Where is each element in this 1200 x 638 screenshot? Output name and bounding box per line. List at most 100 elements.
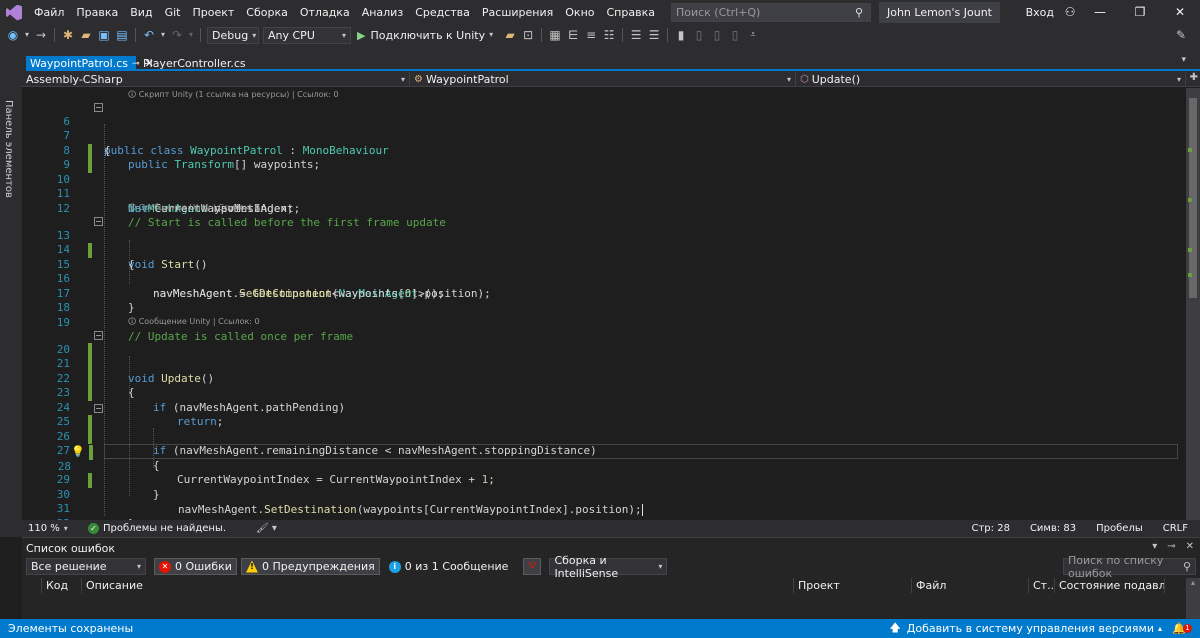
column-header-description[interactable]: Описание	[82, 578, 794, 593]
code-cleanup-icon[interactable]: 🖌 ▾	[256, 523, 277, 534]
column-indicator[interactable]: Симв: 83	[1030, 523, 1076, 534]
scope-select[interactable]: Все решение ▾	[26, 558, 146, 575]
close-button[interactable]: ✕	[1160, 0, 1200, 25]
code-line-28-current[interactable]: 28 💡 navMeshAgent.SetDestination(waypoin…	[58, 444, 1178, 516]
feedback-icon[interactable]: ✎	[1172, 26, 1190, 44]
folder-icon[interactable]: ▰	[501, 26, 519, 44]
add-to-source-control-button[interactable]: 🡅 Добавить в систему управления версиями…	[889, 619, 1162, 638]
editor-vertical-scrollbar[interactable]	[1186, 88, 1200, 520]
column-header-icon[interactable]	[26, 578, 42, 593]
menu-help[interactable]: Справка	[601, 0, 661, 25]
align-icon[interactable]: ≡	[582, 26, 600, 44]
close-icon[interactable]: ✕	[1186, 541, 1194, 552]
build-source-select[interactable]: Сборка и IntelliSense ▾	[549, 554, 668, 580]
save-icon[interactable]: ▣	[95, 26, 113, 44]
screenshot-icon[interactable]: ▦	[546, 26, 564, 44]
code-line-14[interactable]: 14 {	[22, 229, 1186, 271]
column-header-file[interactable]: Файл	[912, 578, 1029, 593]
warnings-filter-button[interactable]: ! 0 Предупреждения	[240, 558, 380, 575]
zoom-select[interactable]: 110 % ▾	[22, 523, 78, 534]
indent-icon[interactable]: ☰	[627, 26, 645, 44]
menu-window[interactable]: Окно	[559, 0, 600, 25]
messages-filter-button[interactable]: i 0 из 1 Сообщение	[384, 558, 514, 575]
toolbar-overflow-icon[interactable]: ⩡	[744, 26, 762, 44]
code-line-13[interactable]: 13 − void Start()	[22, 214, 1186, 271]
toolbar-tool-icon[interactable]: ⊡	[519, 26, 537, 44]
code-line-10[interactable]: 10 NavMeshAgent navMeshAgent;	[22, 158, 1186, 215]
member-select[interactable]: ⬡ Update() ▾	[796, 71, 1186, 87]
next-bookmark-icon[interactable]: ▯	[708, 26, 726, 44]
column-header-suppression[interactable]: Состояние подавл...	[1055, 578, 1165, 593]
search-icon[interactable]: ⚲	[1183, 560, 1191, 573]
navigate-forward-icon[interactable]: ▾	[22, 26, 32, 44]
collapse-icon[interactable]: −	[94, 103, 103, 112]
collapse-icon[interactable]: −	[94, 331, 103, 340]
code-line-12[interactable]: 12 // Start is called before the first f…	[22, 187, 1186, 230]
search-icon[interactable]: ⚲	[852, 6, 866, 19]
code-line-27[interactable]: 27 CurrentWaypointIndex = CurrentWaypoin…	[22, 429, 1186, 486]
lightbulb-icon[interactable]: 💡	[71, 445, 85, 459]
whitespace-indicator[interactable]: Пробелы	[1096, 523, 1143, 534]
scroll-up-icon[interactable]: ▴	[1186, 578, 1200, 587]
toggle-icon[interactable]: ⋿	[564, 26, 582, 44]
code-line-18[interactable]: 18	[22, 287, 1186, 314]
menu-tools[interactable]: Средства	[409, 0, 476, 25]
new-project-icon[interactable]: ✱	[59, 26, 77, 44]
errors-filter-button[interactable]: ✕ 0 Ошибки	[154, 558, 237, 575]
column-header-code[interactable]: Код	[42, 578, 82, 593]
code-line-31[interactable]: 31 }	[22, 488, 1186, 520]
notifications-button[interactable]: 🔔 1	[1172, 622, 1192, 635]
code-line-25[interactable]: 25 − if (navMeshAgent.remainingDistance …	[22, 401, 1186, 457]
code-line-8[interactable]: 8 public Transform[] waypoints;	[22, 129, 1186, 172]
code-line-16[interactable]: 16 navMeshAgent.SetDestination(waypoints…	[22, 258, 1186, 300]
undo-dropdown-icon[interactable]: ▾	[158, 26, 168, 44]
column-header-line[interactable]: Ст...	[1029, 578, 1055, 593]
column-header-project[interactable]: Проект	[794, 578, 912, 593]
sign-in-button[interactable]: Вход	[1020, 6, 1060, 19]
prev-bookmark-icon[interactable]: ▯	[690, 26, 708, 44]
code-line-9[interactable]: 9	[22, 143, 1186, 171]
navigate-forward-arrow-icon[interactable]: →	[32, 26, 50, 44]
platform-select[interactable]: Any CPU ▾	[263, 26, 351, 44]
split-editor-icon[interactable]: ✚	[1190, 72, 1198, 83]
save-all-icon[interactable]: ▤	[113, 26, 131, 44]
code-line-6[interactable]: 6 − public class WaypointPatrol : MonoBe…	[22, 100, 1186, 157]
chevron-down-icon[interactable]: ▾	[485, 26, 497, 44]
menu-debug[interactable]: Отладка	[294, 0, 356, 25]
code-line-7[interactable]: 7 {	[22, 115, 1186, 157]
collapse-icon[interactable]: −	[94, 217, 103, 226]
bookmark-icon[interactable]: ▮	[672, 26, 690, 44]
project-select[interactable]: Assembly-CSharp ▾	[22, 71, 410, 87]
undo-icon[interactable]: ↶	[140, 26, 158, 44]
redo-icon[interactable]: ↷	[168, 26, 186, 44]
code-line-11[interactable]: 11 int CurrentWaypointIndex;	[22, 173, 1186, 215]
open-file-icon[interactable]: ▰	[77, 26, 95, 44]
error-search-input[interactable]: Поиск по списку ошибок ⚲	[1063, 554, 1196, 580]
tab-overflow-icon[interactable]: ▾	[1181, 55, 1186, 65]
code-line-19[interactable]: 19 // Update is called once per frame	[22, 301, 1186, 344]
outdent-icon[interactable]: ☰	[645, 26, 663, 44]
code-line-22[interactable]: 22 if (navMeshAgent.pathPending)	[22, 357, 1186, 414]
code-line-24[interactable]: 24	[22, 386, 1186, 414]
account-icon[interactable]: ⚇	[1060, 0, 1080, 25]
error-list-scrollbar[interactable]: ▴	[1186, 578, 1200, 620]
pin-icon[interactable]: ⊸	[1167, 541, 1175, 552]
attach-to-unity-button[interactable]: ▶ Подключить к Unity ▾	[357, 26, 497, 44]
collapse-icon[interactable]: −	[94, 403, 103, 413]
code-line-23[interactable]: 23 return;	[22, 371, 1186, 428]
code-line-21[interactable]: 21 {	[22, 342, 1186, 399]
navigate-back-icon[interactable]: ◉	[4, 26, 22, 44]
maximize-button[interactable]: ❐	[1120, 0, 1160, 25]
issues-indicator[interactable]: ✓ Проблемы не найдены.	[88, 523, 226, 534]
menu-edit[interactable]: Правка	[70, 0, 124, 25]
code-line-30[interactable]: 30	[22, 473, 1186, 501]
menu-project[interactable]: Проект	[186, 0, 240, 25]
menu-extensions[interactable]: Расширения	[476, 0, 559, 25]
code-line-20[interactable]: 20 − void Update()	[22, 328, 1186, 385]
class-select[interactable]: ⚙ WaypointPatrol ▾	[410, 71, 796, 87]
code-editor[interactable]: 🛈 Скрипт Unity (1 ссылка на ресурсы) | С…	[22, 88, 1186, 520]
menu-analyze[interactable]: Анализ	[356, 0, 410, 25]
line-indicator[interactable]: Стр: 28	[972, 523, 1010, 534]
menu-view[interactable]: Вид	[124, 0, 158, 25]
filter-icon[interactable]: ⛛	[523, 558, 542, 575]
